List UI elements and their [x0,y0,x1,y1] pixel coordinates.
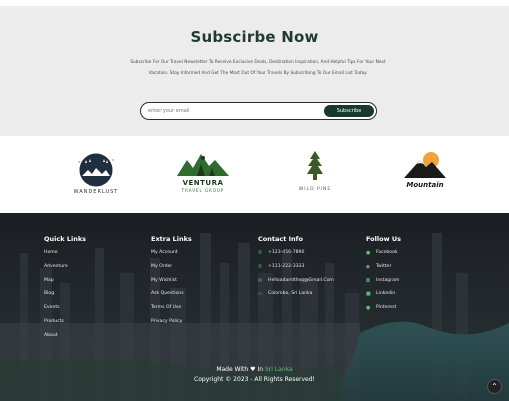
ventura-logo-icon [177,154,229,176]
twitter-icon: ◆ [366,263,370,270]
social-instagram-label: Instagram [376,277,400,283]
social-twitter[interactable]: ◆ Twitter [366,264,401,278]
brand-ventura: VENTURA TRAVEL GROUP [172,150,234,193]
social-facebook-label: Facebook [376,250,398,255]
quick-link-about[interactable]: About [44,333,86,347]
map-icon: ▭ [258,291,263,298]
extra-link-terms[interactable]: Terms Of Use [151,305,192,319]
contact-phone-2-text: +111-222-3333 [268,263,305,269]
contact-email[interactable]: ✉ Helloadamlthsq@Gmail.Com [258,278,334,292]
brand-mountain-label: Mountain [406,181,444,189]
email-input[interactable] [148,106,318,116]
extra-link-my-account[interactable]: My Account [151,250,192,264]
subscribe-description: Subscribe For Our Travel Newsletter To R… [130,60,386,76]
contact-location[interactable]: ▭ Colombo, Sri Lanka [258,291,334,305]
pinterest-icon: ● [366,305,371,312]
brand-ventura-sub: TRAVEL GROUP [181,188,225,193]
subscribe-button[interactable]: Subscribe [324,105,374,117]
credit-location: Sri Lanka [264,366,293,373]
facebook-icon: ● [366,250,371,256]
social-pinterest-label: Pinterest [376,305,397,311]
quick-link-products[interactable]: Products [44,319,86,333]
contact-info-title: Contact Info [258,235,303,243]
subscribe-title: Subscirbe Now [190,28,319,46]
social-facebook[interactable]: ● Facebook [366,250,401,264]
extra-links-column: Extra Links My Account My Order My Wishl… [151,235,192,333]
contact-email-text: Helloadamlthsq@Gmail.Com [268,277,334,283]
extra-links-title: Extra Links [151,235,192,243]
social-linkedin-label: Linkedin [376,291,396,297]
brand-mountain: Mountain [392,150,458,189]
quick-link-home[interactable]: Home [44,250,86,264]
contact-location-text: Colombo, Sri Lanka [268,291,313,297]
extra-link-my-order[interactable]: My Order [151,264,192,278]
social-linkedin[interactable]: ■ Linkedin [366,291,401,305]
brand-wanderlust-label: WANDERLUST [73,189,119,195]
extra-link-privacy[interactable]: Privacy Policy [151,319,192,333]
instagram-icon: ◘ [366,277,370,284]
social-pinterest[interactable]: ● Pinterest [366,305,401,319]
contact-phone-2[interactable]: ✆ +111-222-3333 [258,264,334,278]
linkedin-icon: ■ [366,291,371,298]
footer-credit: Made With ♥ In Sri Lanka Copyright © 202… [0,365,509,385]
brand-wanderlust: WANDERLUST [66,150,126,195]
brand-ventura-label: VENTURA [182,179,224,187]
quick-links-title: Quick Links [44,235,87,243]
extra-link-my-wishlist[interactable]: My Wishlist [151,278,192,292]
social-instagram[interactable]: ◘ Instagram [366,278,401,292]
follow-us-column: Follow Us ● Facebook ◆ Twitter ◘ Instagram … [366,235,401,319]
heart-icon: ♥ [250,366,256,373]
quick-link-adventure[interactable]: Adventure [44,264,86,278]
quick-link-map[interactable]: Map [44,278,86,292]
copyright-text: Copyright © 2023 - All Rights Reserved! [194,376,315,383]
phone-icon: ✆ [258,250,263,256]
brand-wild-pine: WILD PINE [290,150,340,192]
subscribe-section: Subscirbe Now Subscribe For Our Travel N… [0,6,509,136]
contact-phone-1[interactable]: ✆ +123-456-7890 [258,250,334,264]
scroll-to-top-button[interactable]: ⌃ [487,379,502,394]
contact-phone-1-text: +123-456-7890 [268,250,305,255]
extra-link-ask-questions[interactable]: Ask Questions [151,291,192,305]
mountain-logo-icon [404,152,446,178]
wanderlust-logo-icon [78,153,114,187]
brand-wild-pine-label: WILD PINE [298,187,332,192]
pine-tree-icon [307,151,323,180]
envelope-icon: ✉ [258,277,263,284]
quick-link-events[interactable]: Events [44,305,86,319]
subscribe-form: Subscribe [140,102,377,120]
phone-icon: ✆ [258,263,263,270]
brand-logos: WANDERLUST VENTURA TRAVEL GROUP WILD PIN… [0,136,509,213]
chevron-up-icon: ⌃ [491,382,498,391]
quick-links-column: Quick Links Home Adventure Map Blog Even… [44,235,86,347]
social-twitter-label: Twitter [376,263,392,269]
quick-link-blog[interactable]: Blog [44,291,86,305]
credit-prefix: Made With [216,366,249,373]
credit-in: In [257,366,264,373]
footer: Quick Links Home Adventure Map Blog Even… [0,213,509,401]
follow-us-title: Follow Us [366,235,401,243]
contact-info-column: Contact Info ✆ +123-456-7890 ✆ +111-222-33… [258,235,334,305]
